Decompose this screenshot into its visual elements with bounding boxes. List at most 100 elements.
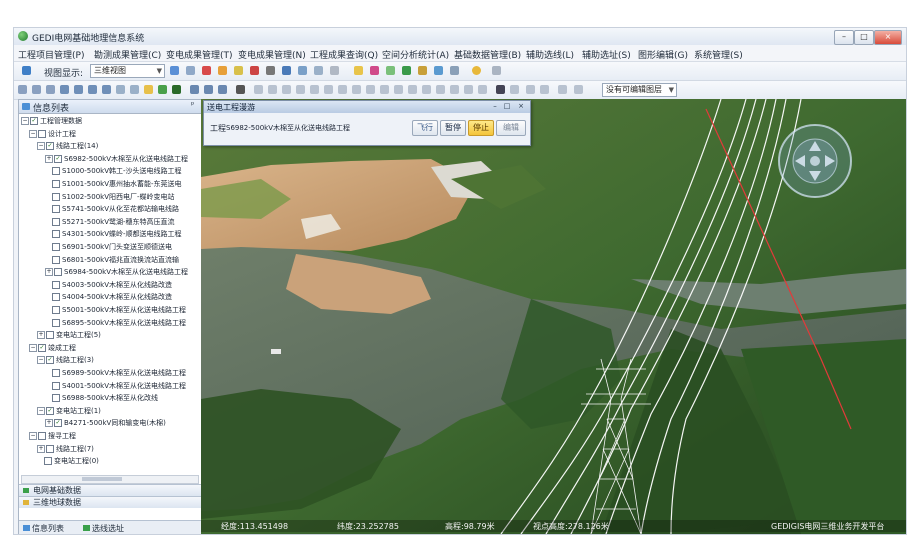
menu-query[interactable]: 工程成果查询(Q) [310, 48, 378, 61]
tree-checkbox[interactable] [52, 318, 60, 327]
expand-toggle-icon[interactable]: + [45, 268, 53, 277]
expand-toggle-icon[interactable]: + [45, 419, 53, 428]
sector-icon[interactable] [380, 85, 389, 94]
tree-checkbox[interactable]: ✓ [54, 419, 62, 428]
arc-icon[interactable] [282, 85, 291, 94]
tab-earth-data[interactable]: 三维地球数据 [19, 496, 201, 508]
tree-checkbox[interactable] [52, 369, 60, 377]
tree-node[interactable]: S5741-500kV从化至花都站输电线路 [45, 204, 179, 214]
fill-icon[interactable] [172, 85, 181, 94]
tree-checkbox[interactable] [38, 432, 46, 440]
forest-icon[interactable] [402, 66, 411, 75]
fly-button[interactable]: 飞行 [412, 120, 438, 136]
tree-checkbox[interactable] [52, 180, 60, 188]
ellipse-icon[interactable] [352, 85, 361, 94]
pan-icon[interactable] [202, 66, 211, 75]
tree-node[interactable]: − ✓ 变电站工程(1) [37, 406, 101, 416]
map-3d-view[interactable]: 送电工程漫游 – □ × 工程 S6982-500kV木棉至从化送电线路工程 飞… [201, 99, 906, 534]
search-icon[interactable] [330, 66, 339, 75]
tree-node[interactable]: − 搜寻工程 [29, 431, 76, 441]
dialog-maximize-button[interactable]: □ [502, 102, 512, 111]
navigation-compass[interactable] [775, 121, 855, 201]
pin-icon[interactable]: ᵖ [191, 100, 194, 109]
redo-icon[interactable] [218, 85, 227, 94]
scroll-thumb[interactable] [82, 477, 122, 481]
pause-button[interactable]: 暂停 [440, 120, 466, 136]
tree-checkbox[interactable] [52, 217, 60, 226]
tree-checkbox[interactable] [46, 331, 54, 340]
tree-hscroll[interactable] [21, 475, 199, 484]
tab-info-list[interactable]: 信息列表 [23, 523, 64, 534]
expand-toggle-icon[interactable]: + [37, 444, 45, 453]
menu-transmission[interactable]: 变电成果管理(T) [166, 48, 233, 61]
grid-icon[interactable] [314, 66, 323, 75]
tree-checkbox[interactable] [52, 255, 60, 264]
tree-checkbox[interactable] [54, 268, 62, 277]
tab-grid-data[interactable]: 电网基础数据 [19, 484, 201, 496]
layers-icon[interactable] [186, 66, 195, 75]
table-icon[interactable] [450, 66, 459, 75]
tree-node[interactable]: S6895-500kV木棉至从化送电线路工程 [45, 318, 186, 328]
dot-icon[interactable] [236, 85, 245, 94]
tree-checkbox[interactable] [52, 243, 60, 251]
tree-node[interactable]: S5271-500kV鹭湖-穗东特高压直流 [45, 217, 175, 227]
rectangle-icon[interactable] [324, 85, 333, 94]
curve-icon[interactable] [296, 85, 305, 94]
menu-analysis[interactable]: 空间分析统计(A) [382, 48, 449, 61]
tree-checkbox[interactable]: ✓ [30, 117, 38, 125]
expand-toggle-icon[interactable]: − [37, 356, 45, 365]
photo-icon[interactable] [282, 66, 291, 75]
circle-outline-icon[interactable] [464, 85, 473, 94]
circle-icon[interactable] [366, 85, 375, 94]
tree-node[interactable]: − ✓ 线路工程(14) [37, 141, 98, 151]
terrain-icon[interactable] [218, 66, 227, 75]
tower-icon[interactable] [418, 66, 427, 75]
tree-checkbox[interactable] [46, 444, 54, 453]
text-icon[interactable] [496, 85, 505, 94]
tree-node[interactable]: + 线路工程(7) [37, 444, 94, 454]
tree-node[interactable]: S4004-500kV木棉至从化线路改造 [45, 292, 172, 302]
arrow-icon[interactable] [510, 85, 519, 94]
zoom-extent-icon[interactable] [88, 85, 97, 94]
ring-icon[interactable] [394, 85, 403, 94]
close-button[interactable]: × [874, 30, 902, 45]
leaf-icon[interactable] [158, 85, 167, 94]
edit-icon[interactable] [558, 85, 567, 94]
select-box-icon[interactable] [32, 85, 41, 94]
zoom-out-icon[interactable] [74, 85, 83, 94]
bookmark-icon[interactable] [190, 85, 199, 94]
edit-button[interactable]: 编辑 [496, 120, 526, 136]
tree-node[interactable]: S4001-500kV木棉至从化送电线路工程 [45, 381, 186, 391]
polyline-icon[interactable] [268, 85, 277, 94]
menu-project[interactable]: 工程项目管理(P) [18, 48, 84, 61]
expand-toggle-icon[interactable]: − [29, 343, 37, 352]
tree-node[interactable]: S6901-500kV门头变送至顺德送电 [45, 242, 172, 252]
globe-icon[interactable] [170, 66, 179, 75]
tree-node[interactable]: S1000-500kV韩工-沙头送电线路工程 [45, 166, 182, 176]
menu-system[interactable]: 系统管理(S) [694, 48, 743, 61]
tree-checkbox[interactable] [52, 205, 60, 214]
dialog-close-button[interactable]: × [516, 102, 526, 111]
tree-checkbox[interactable] [38, 129, 46, 138]
edit-layer-select[interactable]: 没有可编辑图层 ▼ [602, 83, 677, 97]
star-icon[interactable] [354, 66, 363, 75]
diamond-icon[interactable] [450, 85, 459, 94]
expand-toggle-icon[interactable]: − [37, 142, 45, 151]
marker-icon[interactable] [370, 66, 379, 75]
tree-checkbox[interactable] [52, 167, 60, 176]
polygon-icon[interactable] [338, 85, 347, 94]
tree-checkbox[interactable] [52, 394, 60, 403]
water-icon[interactable] [434, 66, 443, 75]
minimize-button[interactable]: – [834, 30, 854, 45]
expand-toggle-icon[interactable]: − [29, 432, 37, 440]
select-arrow-icon[interactable] [18, 85, 27, 94]
layer-add-icon[interactable] [116, 85, 125, 94]
tree-node[interactable]: S1001-500kV惠州抽水蓄能-东莞送电 [45, 179, 182, 189]
tree-checkbox[interactable] [52, 230, 60, 239]
menu-substation[interactable]: 变电成果管理(N) [238, 48, 306, 61]
tree-node[interactable]: + ✓ B4271-500kV同和输变电(木棉) [45, 418, 166, 428]
tree-checkbox[interactable] [52, 192, 60, 201]
measure-icon[interactable] [234, 66, 243, 75]
tree-node[interactable]: 变电站工程(0) [37, 456, 99, 466]
tree-node[interactable]: S4301-500kV蝶岭-顺都送电线路工程 [45, 229, 182, 239]
